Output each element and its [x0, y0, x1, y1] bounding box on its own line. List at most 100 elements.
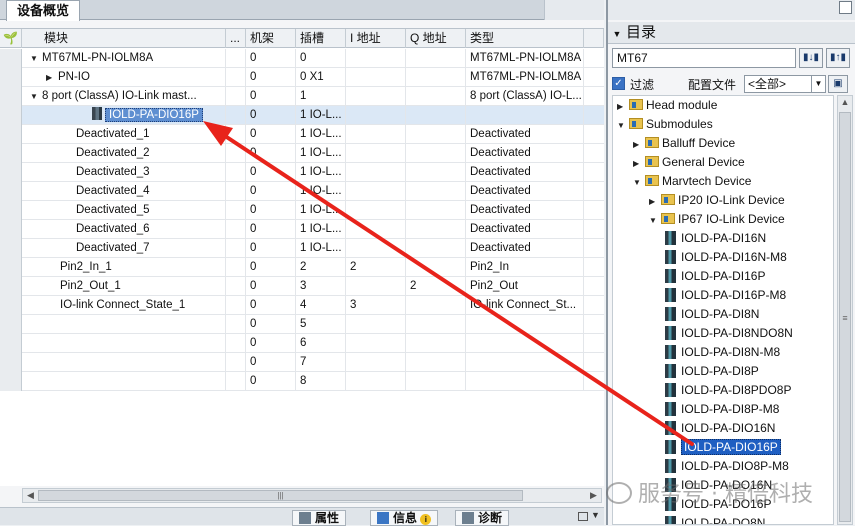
row-gutter[interactable] — [0, 220, 22, 239]
table-row[interactable]: ▼ 8 port (ClassA) IO-Link mast... 0 1 8 port… — [0, 87, 604, 106]
cell-module[interactable]: IO-link Connect_State_1 — [22, 296, 226, 315]
column-header-q-address[interactable]: Q 地址 — [406, 29, 466, 48]
cell-q[interactable] — [406, 182, 466, 201]
expand-closed-icon[interactable]: ▶ — [46, 69, 58, 87]
cell-i[interactable] — [346, 68, 406, 87]
vertical-scroll-thumb[interactable]: ≡ — [839, 112, 851, 522]
cell-module[interactable] — [22, 353, 226, 372]
scroll-up-icon[interactable]: ▲ — [839, 96, 851, 109]
catalog-item[interactable]: IOLD-PA-DI8P-M8 — [665, 400, 779, 419]
cell-dots[interactable] — [226, 106, 246, 125]
column-header-rack[interactable]: 机架 — [246, 29, 296, 48]
cell-slot[interactable]: 1 IO-L... — [296, 239, 346, 258]
cell-q[interactable] — [406, 296, 466, 315]
cell-slot[interactable]: 1 IO-L... — [296, 220, 346, 239]
row-gutter[interactable] — [0, 163, 22, 182]
cell-module[interactable]: Deactivated_1 — [22, 125, 226, 144]
chevron-down-icon[interactable]: ▼ — [811, 76, 825, 92]
cell-rack[interactable]: 0 — [246, 277, 296, 296]
cell-type[interactable]: MT67ML-PN-IOLM8A — [466, 68, 584, 87]
cell-dots[interactable] — [226, 315, 246, 334]
cell-dots[interactable] — [226, 239, 246, 258]
column-header-type[interactable]: 类型 — [466, 29, 584, 48]
cell-q[interactable] — [406, 353, 466, 372]
cell-rack[interactable]: 0 — [246, 315, 296, 334]
table-row[interactable]: ▶ PN-IO 0 0 X1 MT67ML-PN-IOLM8A — [0, 68, 604, 87]
cell-slot[interactable]: 6 — [296, 334, 346, 353]
row-gutter[interactable] — [0, 125, 22, 144]
tab-diagnostics[interactable]: 诊断 — [455, 510, 510, 526]
table-row[interactable]: Deactivated_7 0 1 IO-L... Deactivated — [0, 239, 604, 258]
row-gutter[interactable] — [0, 182, 22, 201]
cell-slot[interactable]: 4 — [296, 296, 346, 315]
table-row[interactable]: Deactivated_6 0 1 IO-L... Deactivated — [0, 220, 604, 239]
cell-slot[interactable]: 1 IO-L... — [296, 201, 346, 220]
cell-type[interactable] — [466, 372, 584, 391]
catalog-item[interactable]: IOLD-PA-DI16P-M8 — [665, 286, 786, 305]
row-gutter[interactable] — [0, 87, 22, 106]
cell-q[interactable] — [406, 258, 466, 277]
cell-i[interactable] — [346, 220, 406, 239]
cell-module[interactable]: Deactivated_4 — [22, 182, 226, 201]
row-gutter[interactable] — [0, 334, 22, 353]
catalog-folder[interactable]: ▼ Submodules — [617, 115, 713, 134]
cell-module[interactable]: Deactivated_3 — [22, 163, 226, 182]
cell-type[interactable] — [466, 353, 584, 372]
cell-type[interactable]: MT67ML-PN-IOLM8A — [466, 49, 584, 68]
catalog-folder[interactable]: ▼ Marvtech Device — [633, 172, 751, 191]
cell-slot[interactable]: 1 IO-L... — [296, 144, 346, 163]
cell-q[interactable] — [406, 144, 466, 163]
cell-module[interactable]: Deactivated_6 — [22, 220, 226, 239]
cell-i[interactable] — [346, 201, 406, 220]
cell-module[interactable]: ▶ PN-IO — [22, 68, 226, 87]
expand-open-icon[interactable]: ▼ — [30, 88, 42, 106]
cell-type[interactable] — [466, 106, 584, 125]
cell-module[interactable] — [22, 334, 226, 353]
catalog-search-input[interactable]: MT67 — [612, 48, 796, 68]
cell-i[interactable] — [346, 277, 406, 296]
cell-dots[interactable] — [226, 220, 246, 239]
row-gutter[interactable] — [0, 68, 22, 87]
cell-rack[interactable]: 0 — [246, 144, 296, 163]
cell-q[interactable] — [406, 201, 466, 220]
cell-i[interactable] — [346, 49, 406, 68]
cell-type[interactable]: Pin2_Out — [466, 277, 584, 296]
catalog-item[interactable]: IOLD-PA-DI8P — [665, 362, 759, 381]
table-row[interactable]: Pin2_Out_1 0 3 2 Pin2_Out — [0, 277, 604, 296]
filter-checkbox[interactable]: ✓ — [612, 77, 625, 90]
cell-slot[interactable]: 2 — [296, 258, 346, 277]
cell-dots[interactable] — [226, 372, 246, 391]
cell-type[interactable]: Deactivated — [466, 220, 584, 239]
search-down-icon[interactable]: ▮↓▮ — [799, 48, 823, 68]
cell-slot[interactable]: 1 — [296, 87, 346, 106]
cell-i[interactable] — [346, 87, 406, 106]
table-row[interactable]: Deactivated_1 0 1 IO-L... Deactivated — [0, 125, 604, 144]
cell-dots[interactable] — [226, 353, 246, 372]
cell-rack[interactable]: 0 — [246, 296, 296, 315]
cell-dots[interactable] — [226, 334, 246, 353]
cell-slot[interactable]: 3 — [296, 277, 346, 296]
cell-i[interactable] — [346, 372, 406, 391]
cell-i[interactable] — [346, 315, 406, 334]
cell-rack[interactable]: 0 — [246, 353, 296, 372]
cell-rack[interactable]: 0 — [246, 258, 296, 277]
cell-dots[interactable] — [226, 144, 246, 163]
cell-rack[interactable]: 0 — [246, 49, 296, 68]
tab-properties[interactable]: 属性 — [292, 510, 347, 526]
row-gutter[interactable] — [0, 144, 22, 163]
table-row[interactable]: 08 — [0, 372, 604, 391]
table-row[interactable]: IO-link Connect_State_1 0 4 3 IO-link Connec… — [0, 296, 604, 315]
cell-q[interactable] — [406, 49, 466, 68]
cell-module[interactable]: Deactivated_5 — [22, 201, 226, 220]
catalog-item[interactable]: IOLD-PA-DIO8P-M8 — [665, 457, 789, 476]
column-filter-icon[interactable]: 🌱 — [3, 31, 18, 45]
cell-i[interactable] — [346, 163, 406, 182]
row-gutter[interactable] — [0, 277, 22, 296]
catalog-folder[interactable]: ▶ Head module — [617, 96, 717, 115]
catalog-item[interactable]: IOLD-PA-DI16P — [665, 267, 765, 286]
cell-q[interactable] — [406, 334, 466, 353]
cell-module[interactable]: IOLD-PA-DIO16P — [22, 106, 226, 125]
cell-module[interactable] — [22, 372, 226, 391]
cell-dots[interactable] — [226, 49, 246, 68]
catalog-item[interactable]: IOLD-PA-DI16N — [665, 229, 766, 248]
